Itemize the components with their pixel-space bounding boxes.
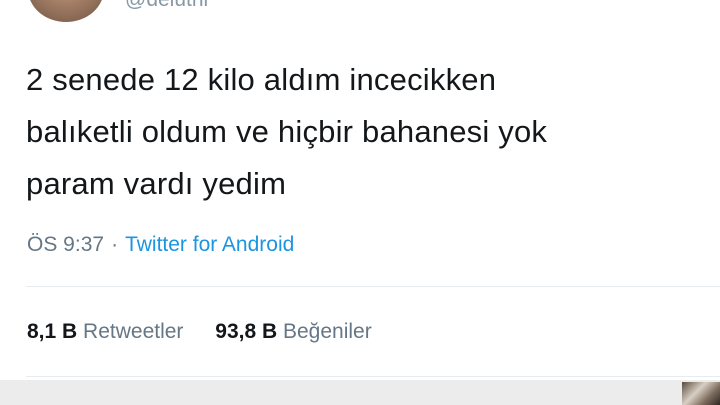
retweets-stat[interactable]: 8,1 B Retweetler [27,320,183,343]
tweet-text-line: 2 senede 12 kilo aldım incecikken [26,62,497,97]
tweet-meta: ÖS 9:37 · Twitter for Android [27,233,294,257]
thumbnail-image [682,382,720,405]
retweets-count: 8,1 B [27,320,78,343]
divider [26,376,720,377]
divider [26,286,720,287]
likes-label: Beğeniler [283,320,372,343]
tweet-source-link[interactable]: Twitter for Android [125,233,294,256]
tweet-timestamp[interactable]: ÖS 9:37 [27,233,104,256]
user-handle[interactable]: @deluthi [125,0,208,12]
tweet-text: 2 senede 12 kilo aldım incecikken balıke… [26,54,706,210]
tweet-text-line: balıketli oldum ve hiçbir bahanesi yok [26,114,548,149]
tweet-text-line: param vardı yedim [26,166,287,201]
retweets-label: Retweetler [83,320,184,343]
likes-stat[interactable]: 93,8 B Beğeniler [215,320,371,343]
meta-separator: · [111,233,119,256]
tweet-stats: 8,1 B Retweetler 93,8 B Beğeniler [27,320,398,344]
bottom-bar [0,380,720,405]
tweet-card: @deluthi 2 senede 12 kilo aldım incecikk… [0,0,720,380]
likes-count: 93,8 B [215,320,278,343]
avatar[interactable] [28,0,104,22]
